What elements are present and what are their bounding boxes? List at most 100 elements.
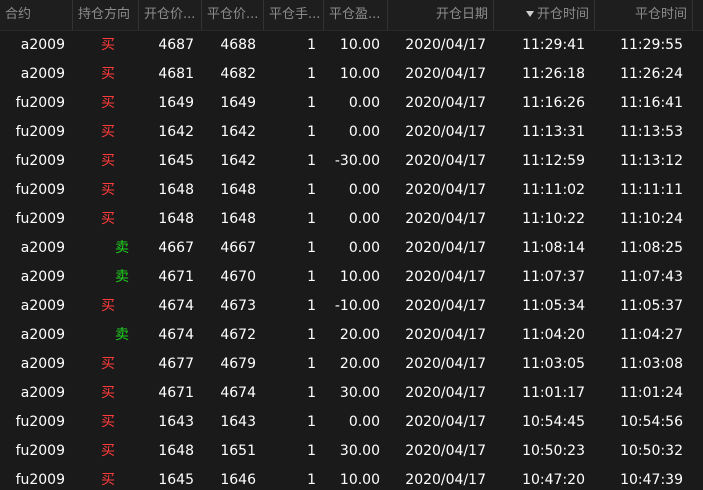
cell-open-time: 11:16:26 — [522, 95, 585, 111]
cell-open-date: 2020/04/17 — [405, 414, 486, 430]
table-row[interactable]: a2009 卖 4674 4672 1 20.00 2020/04/17 11:04:20 11… — [0, 321, 703, 350]
table-row[interactable]: fu2009 买 1648 1648 1 0.00 2020/04/17 11:11:02 11… — [0, 176, 703, 205]
cell-close-pnl: -10.00 — [334, 298, 380, 314]
cell-contract: fu2009 — [15, 472, 65, 488]
cell-open-price: 1649 — [158, 95, 194, 111]
cell-close-price: 4673 — [220, 298, 256, 314]
cell-open-date: 2020/04/17 — [405, 269, 486, 285]
cell-close-time: 11:05:37 — [620, 298, 683, 314]
table-header: 合约 持仓方向 开仓价... 平仓价... 平仓手... 平仓盈... 开仓日期… — [0, 0, 703, 31]
cell-close-qty: 1 — [307, 298, 316, 314]
column-header-close-qty[interactable]: 平仓手... — [264, 0, 324, 30]
cell-direction: 卖 — [115, 327, 129, 343]
column-header-label: 合约 — [5, 7, 32, 22]
cell-open-time: 11:13:31 — [522, 124, 585, 140]
cell-open-date: 2020/04/17 — [405, 153, 486, 169]
column-header-label: 开仓日期 — [435, 7, 488, 22]
cell-close-pnl: 10.00 — [339, 66, 380, 82]
cell-close-pnl: 0.00 — [348, 240, 380, 256]
cell-direction: 买 — [101, 385, 115, 401]
table-row[interactable]: a2009 买 4681 4682 1 10.00 2020/04/17 11:26:18 11… — [0, 60, 703, 89]
cell-contract: fu2009 — [15, 124, 65, 140]
column-header-open-price[interactable]: 开仓价... — [139, 0, 202, 30]
cell-close-pnl: 30.00 — [339, 443, 380, 459]
cell-open-price: 4671 — [158, 269, 194, 285]
cell-direction: 卖 — [115, 240, 129, 256]
cell-open-date: 2020/04/17 — [405, 472, 486, 488]
column-header-label: 开仓价... — [144, 7, 196, 22]
cell-close-qty: 1 — [307, 385, 316, 401]
cell-contract: fu2009 — [15, 414, 65, 430]
cell-close-qty: 1 — [307, 182, 316, 198]
table-row[interactable]: fu2009 买 1642 1642 1 0.00 2020/04/17 11:13:31 11… — [0, 118, 703, 147]
table-row[interactable]: a2009 卖 4667 4667 1 0.00 2020/04/17 11:08:14 11:… — [0, 234, 703, 263]
cell-close-price: 1646 — [220, 472, 256, 488]
cell-direction: 买 — [101, 37, 115, 53]
cell-close-price: 4679 — [220, 356, 256, 372]
cell-contract: fu2009 — [15, 153, 65, 169]
column-header-label: 平仓手... — [269, 7, 321, 22]
cell-close-time: 11:29:55 — [620, 37, 683, 53]
table-row[interactable]: fu2009 买 1649 1649 1 0.00 2020/04/17 11:16:26 11… — [0, 89, 703, 118]
cell-close-time: 11:11:11 — [620, 182, 683, 198]
table-row[interactable]: fu2009 买 1648 1648 1 0.00 2020/04/17 11:10:22 11… — [0, 205, 703, 234]
table-row[interactable]: fu2009 买 1648 1651 1 30.00 2020/04/17 10:50:23 1… — [0, 437, 703, 466]
cell-contract: fu2009 — [15, 211, 65, 227]
table-row[interactable]: fu2009 买 1643 1643 1 0.00 2020/04/17 10:54:45 10… — [0, 408, 703, 437]
cell-close-pnl: 0.00 — [348, 95, 380, 111]
table-row[interactable]: fu2009 买 1645 1646 1 10.00 2020/04/17 10:47:20 1… — [0, 466, 703, 490]
cell-direction: 买 — [101, 182, 115, 198]
cell-close-qty: 1 — [307, 472, 316, 488]
cell-open-date: 2020/04/17 — [405, 240, 486, 256]
cell-open-price: 4674 — [158, 327, 194, 343]
cell-open-price: 1648 — [158, 443, 194, 459]
column-header-label: 平仓时间 — [634, 7, 687, 22]
cell-close-pnl: 10.00 — [339, 37, 380, 53]
column-header-contract[interactable]: 合约 — [0, 0, 73, 30]
cell-close-pnl: -30.00 — [334, 153, 380, 169]
column-header-open-date[interactable]: 开仓日期 — [388, 0, 494, 30]
cell-contract: fu2009 — [15, 443, 65, 459]
table-row[interactable]: a2009 买 4677 4679 1 20.00 2020/04/17 11:03:05 11… — [0, 350, 703, 379]
table-row[interactable]: a2009 买 4687 4688 1 10.00 2020/04/17 11:29:41 11… — [0, 31, 703, 60]
cell-close-price: 4670 — [220, 269, 256, 285]
cell-close-pnl: 10.00 — [339, 269, 380, 285]
cell-open-date: 2020/04/17 — [405, 298, 486, 314]
cell-close-pnl: 0.00 — [348, 124, 380, 140]
cell-contract: a2009 — [20, 37, 65, 53]
cell-direction: 买 — [101, 124, 115, 140]
cell-open-price: 1643 — [158, 414, 194, 430]
cell-close-price: 1642 — [220, 153, 256, 169]
cell-contract: a2009 — [20, 385, 65, 401]
column-header-open-time[interactable]: 开仓时间 — [494, 0, 595, 30]
cell-open-price: 1645 — [158, 153, 194, 169]
cell-close-time: 11:04:27 — [620, 327, 683, 343]
cell-open-date: 2020/04/17 — [405, 211, 486, 227]
cell-close-price: 1648 — [220, 182, 256, 198]
table-row[interactable]: a2009 买 4671 4674 1 30.00 2020/04/17 11:01:17 11… — [0, 379, 703, 408]
cell-open-price: 1645 — [158, 472, 194, 488]
cell-close-qty: 1 — [307, 37, 316, 53]
cell-close-qty: 1 — [307, 211, 316, 227]
cell-open-price: 4677 — [158, 356, 194, 372]
cell-close-time: 11:16:41 — [620, 95, 683, 111]
column-header-direction[interactable]: 持仓方向 — [73, 0, 139, 30]
cell-direction: 卖 — [115, 269, 129, 285]
cell-open-price: 4681 — [158, 66, 194, 82]
cell-direction: 买 — [101, 356, 115, 372]
cell-close-price: 1648 — [220, 211, 256, 227]
column-header-close-time[interactable]: 平仓时间 — [595, 0, 693, 30]
table-row[interactable]: a2009 卖 4671 4670 1 10.00 2020/04/17 11:07:37 11… — [0, 263, 703, 292]
table-row[interactable]: fu2009 买 1645 1642 1 -30.00 2020/04/17 11:12:59… — [0, 147, 703, 176]
cell-close-pnl: 0.00 — [348, 182, 380, 198]
cell-close-price: 1643 — [220, 414, 256, 430]
cell-open-date: 2020/04/17 — [405, 182, 486, 198]
column-header-close-price[interactable]: 平仓价... — [202, 0, 264, 30]
cell-open-time: 11:05:34 — [522, 298, 585, 314]
table-row[interactable]: a2009 买 4674 4673 1 -10.00 2020/04/17 11:05:34 1… — [0, 292, 703, 321]
cell-close-price: 4674 — [220, 385, 256, 401]
cell-open-price: 4671 — [158, 385, 194, 401]
cell-direction: 买 — [101, 153, 115, 169]
cell-close-qty: 1 — [307, 414, 316, 430]
column-header-close-pnl[interactable]: 平仓盈... — [324, 0, 388, 30]
